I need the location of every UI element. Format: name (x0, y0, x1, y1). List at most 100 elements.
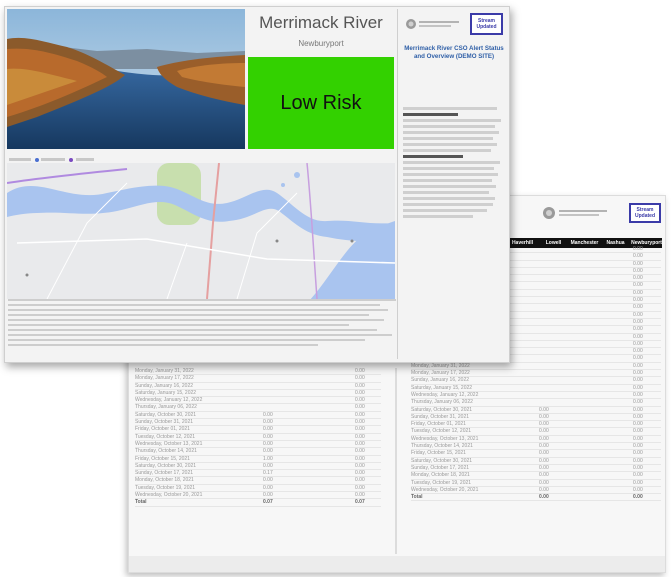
row-value: 0.00 (355, 448, 365, 455)
table-row: Thursday, January 06, 2022 0.00 (135, 404, 381, 412)
row-value: 0.00 (633, 384, 643, 391)
row-value: 0.00 (633, 428, 643, 435)
row-value: 0.00 (355, 389, 365, 396)
row-date: Saturday, October 30, 2021 (135, 462, 197, 469)
row-value: 0.00 (633, 494, 643, 501)
row-date: Tuesday, October 19, 2021 (411, 479, 472, 486)
row-value: 0.00 (355, 433, 365, 440)
table-row: Wednesday, January 12, 2022 0.00 (411, 391, 661, 400)
row-value: 0.00 (633, 340, 643, 347)
row-value: 0.00 (539, 413, 549, 420)
row-value: 0.00 (263, 419, 273, 426)
table-row: Saturday, January 15, 2022 0.00 (411, 385, 661, 392)
row-value: 0.00 (633, 318, 643, 325)
row-date: Monday, January 31, 2022 (411, 362, 470, 369)
table-scrollbar[interactable] (395, 368, 397, 554)
row-date: Saturday, January 15, 2022 (411, 384, 473, 391)
row-value: 0.00 (355, 484, 365, 491)
row-value: 0.00 (355, 419, 365, 426)
row-date: Sunday, October 31, 2021 (411, 413, 470, 420)
risk-label: Low Risk (280, 91, 362, 114)
table-row: Friday, October 01, 2021 0.00 0.00 (135, 426, 381, 434)
row-date: Total (411, 494, 423, 501)
row-value: 0.00 (263, 440, 273, 447)
row-value: 0.00 (633, 282, 643, 289)
river-photo (7, 9, 245, 149)
row-date: Wednesday, October 13, 2021 (411, 435, 479, 442)
table-row: Monday, January 31, 2022 0.00 (135, 368, 381, 376)
row-date: Wednesday, October 20, 2021 (411, 486, 479, 493)
row-date: Sunday, January 16, 2022 (135, 382, 194, 389)
river-map[interactable] (7, 163, 395, 299)
row-value: 0.00 (633, 435, 643, 442)
table-row: Tuesday, October 19, 2021 0.00 0.00 (411, 480, 661, 487)
table-row: Tuesday, October 12, 2021 0.00 0.00 (135, 434, 381, 441)
front-dashboard-sheet: Merrimack River Newburyport Low Risk Str… (4, 6, 510, 363)
row-value: 0.00 (263, 492, 273, 499)
row-value: 0.00 (633, 399, 643, 406)
row-value: 0.00 (539, 479, 549, 486)
row-value: 0.00 (633, 348, 643, 355)
row-date: Tuesday, October 12, 2021 (411, 428, 472, 435)
row-value: 0.00 (539, 494, 549, 501)
table-row: Thursday, October 14, 2021 0.00 0.00 (411, 443, 661, 451)
row-value: 0.00 (633, 450, 643, 457)
row-value: 0.00 (355, 455, 365, 462)
table-row: Sunday, October 17, 2021 0.17 0.00 (135, 470, 381, 478)
row-date: Sunday, October 17, 2021 (135, 470, 194, 477)
row-value: 0.00 (633, 275, 643, 282)
row-value: 0.00 (355, 404, 365, 411)
row-value: 0.00 (633, 289, 643, 296)
row-value: 0.00 (539, 443, 549, 450)
table-row: Saturday, October 30, 2021 0.00 0.00 (411, 458, 661, 465)
table-row: Thursday, October 14, 2021 0.00 0.00 (135, 448, 381, 456)
map-legend (9, 157, 94, 162)
row-value: 0.00 (539, 421, 549, 428)
table-row: Wednesday, October 20, 2021 0.00 0.00 (411, 486, 661, 495)
row-date: Wednesday, October 20, 2021 (135, 492, 203, 499)
table-row: Monday, January 17, 2022 0.00 (411, 370, 661, 378)
row-date: Tuesday, October 12, 2021 (135, 433, 196, 440)
row-value: 0.00 (355, 477, 365, 484)
row-value: 0.00 (633, 457, 643, 464)
row-value: 0.00 (633, 362, 643, 369)
row-date: Saturday, October 30, 2021 (135, 411, 197, 418)
row-value: 0.00 (633, 472, 643, 479)
stream-updated-button[interactable]: Stream Updated (629, 203, 661, 223)
row-value: 0.17 (263, 470, 273, 477)
row-value: 0.00 (633, 333, 643, 340)
row-value: 0.00 (633, 370, 643, 377)
row-date: Saturday, October 30, 2021 (411, 406, 473, 413)
row-date: Sunday, October 17, 2021 (411, 464, 470, 471)
row-date: Sunday, October 31, 2021 (135, 419, 194, 426)
row-value: 0.00 (633, 421, 643, 428)
table-row: Sunday, October 31, 2021 0.00 0.00 (411, 413, 661, 422)
logo-icon (543, 207, 607, 219)
row-value: 0.00 (633, 304, 643, 311)
row-date: Friday, October 01, 2021 (411, 421, 466, 428)
row-value: 0.00 (539, 486, 549, 493)
row-value: 0.00 (633, 479, 643, 486)
table-row: Saturday, October 30, 2021 0.00 0.00 (411, 407, 661, 414)
row-date: Tuesday, October 19, 2021 (135, 484, 196, 491)
row-date: Thursday, October 14, 2021 (135, 448, 197, 455)
stream-updated-button[interactable]: Stream Updated (470, 13, 503, 35)
row-value: 0.00 (633, 464, 643, 471)
row-date: Friday, October 01, 2021 (135, 426, 190, 433)
row-value: 0.00 (633, 260, 643, 267)
row-value: 0.00 (633, 391, 643, 398)
table-row: Friday, October 15, 2021 1.00 0.00 (135, 456, 381, 463)
sidebar-body-text (403, 105, 503, 221)
row-date: Thursday, October 14, 2021 (411, 443, 473, 450)
row-value: 0.00 (355, 426, 365, 433)
row-date: Total (135, 499, 147, 506)
row-value: 0.00 (633, 246, 643, 252)
table-row: Sunday, January 16, 2022 0.00 (411, 377, 661, 385)
row-value: 0.07 (355, 499, 365, 506)
row-value: 0.00 (539, 472, 549, 479)
row-value: 0.00 (633, 297, 643, 304)
row-value: 0.00 (355, 462, 365, 469)
table-row: Saturday, October 30, 2021 0.00 0.00 (135, 462, 381, 471)
table-row: Tuesday, October 19, 2021 0.00 0.00 (135, 484, 381, 493)
table-row: Monday, January 17, 2022 0.00 (135, 375, 381, 383)
